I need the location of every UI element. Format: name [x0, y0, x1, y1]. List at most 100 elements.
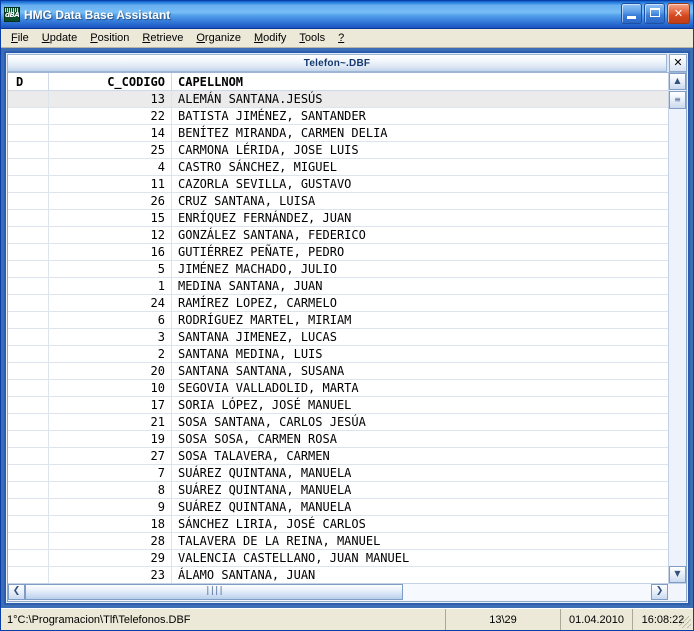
table-row[interactable]: 20SANTANA SANTANA, SUSANA [8, 363, 668, 380]
menu-item-position[interactable]: Position [84, 31, 136, 45]
cell-capellnom[interactable]: SOSA SANTANA, CARLOS JESÚA [172, 414, 669, 431]
cell-d[interactable] [8, 448, 49, 465]
table-row[interactable]: 13ALEMÁN SANTANA.JESÚS [8, 91, 668, 108]
cell-c-codigo[interactable]: 9 [49, 499, 172, 516]
cell-capellnom[interactable]: TALAVERA DE LA REINA, MANUEL [172, 533, 669, 550]
cell-d[interactable] [8, 363, 49, 380]
table-row[interactable]: 16GUTIÉRREZ PEÑATE, PEDRO [8, 244, 668, 261]
cell-d[interactable] [8, 414, 49, 431]
cell-capellnom[interactable]: CARMONA LÉRIDA, JOSE LUIS [172, 142, 669, 159]
vertical-scrollbar-thumb[interactable]: ≡ [669, 91, 686, 109]
cell-c-codigo[interactable]: 3 [49, 329, 172, 346]
cell-d[interactable] [8, 482, 49, 499]
cell-d[interactable] [8, 499, 49, 516]
cell-c-codigo[interactable]: 13 [49, 91, 172, 108]
cell-d[interactable] [8, 261, 49, 278]
cell-c-codigo[interactable]: 20 [49, 363, 172, 380]
table-row[interactable]: 3SANTANA JIMENEZ, LUCAS [8, 329, 668, 346]
mdi-title-strip[interactable]: Telefon~.DBF [7, 54, 667, 72]
cell-capellnom[interactable]: RAMÍREZ LOPEZ, CARMELO [172, 295, 669, 312]
cell-c-codigo[interactable]: 11 [49, 176, 172, 193]
table-row[interactable]: 11CAZORLA SEVILLA, GUSTAVO [8, 176, 668, 193]
scroll-up-icon[interactable]: ▲ [669, 73, 686, 90]
cell-c-codigo[interactable]: 25 [49, 142, 172, 159]
cell-d[interactable] [8, 125, 49, 142]
cell-c-codigo[interactable]: 27 [49, 448, 172, 465]
cell-d[interactable] [8, 516, 49, 533]
cell-capellnom[interactable]: SOSA SOSA, CARMEN ROSA [172, 431, 669, 448]
cell-c-codigo[interactable]: 5 [49, 261, 172, 278]
cell-d[interactable] [8, 329, 49, 346]
cell-capellnom[interactable]: ÁLAMO SANTANA, JUAN [172, 567, 669, 584]
table-row[interactable]: 27SOSA TALAVERA, CARMEN [8, 448, 668, 465]
cell-c-codigo[interactable]: 24 [49, 295, 172, 312]
cell-d[interactable] [8, 210, 49, 227]
cell-c-codigo[interactable]: 17 [49, 397, 172, 414]
table-row[interactable]: 29VALENCIA CASTELLANO, JUAN MANUEL [8, 550, 668, 567]
menu-item-modify[interactable]: Modify [248, 31, 293, 45]
cell-capellnom[interactable]: ENRÍQUEZ FERNÁNDEZ, JUAN [172, 210, 669, 227]
cell-capellnom[interactable]: SUÁREZ QUINTANA, MANUELA [172, 499, 669, 516]
table-row[interactable]: 14BENÍTEZ MIRANDA, CARMEN DELIA [8, 125, 668, 142]
cell-c-codigo[interactable]: 6 [49, 312, 172, 329]
minimize-button[interactable] [621, 3, 642, 24]
cell-d[interactable] [8, 244, 49, 261]
cell-d[interactable] [8, 550, 49, 567]
table-row[interactable]: 28TALAVERA DE LA REINA, MANUEL [8, 533, 668, 550]
scroll-right-icon[interactable]: ❯ [651, 584, 668, 600]
cell-capellnom[interactable]: VALENCIA CASTELLANO, JUAN MANUEL [172, 550, 669, 567]
cell-capellnom[interactable]: GONZÁLEZ SANTANA, FEDERICO [172, 227, 669, 244]
cell-capellnom[interactable]: SANTANA SANTANA, SUSANA [172, 363, 669, 380]
table-row[interactable]: 19SOSA SOSA, CARMEN ROSA [8, 431, 668, 448]
table-row[interactable]: 26CRUZ SANTANA, LUISA [8, 193, 668, 210]
table-row[interactable]: 25CARMONA LÉRIDA, JOSE LUIS [8, 142, 668, 159]
column-header-c-codigo[interactable]: C_CODIGO [49, 73, 172, 91]
cell-d[interactable] [8, 295, 49, 312]
cell-d[interactable] [8, 431, 49, 448]
table-row[interactable]: 17SORIA LÓPEZ, JOSÉ MANUEL [8, 397, 668, 414]
cell-capellnom[interactable]: SUÁREZ QUINTANA, MANUELA [172, 482, 669, 499]
cell-capellnom[interactable]: SOSA TALAVERA, CARMEN [172, 448, 669, 465]
cell-d[interactable] [8, 397, 49, 414]
table-row[interactable]: 9SUÁREZ QUINTANA, MANUELA [8, 499, 668, 516]
cell-d[interactable] [8, 142, 49, 159]
vertical-scrollbar[interactable]: ▲ ≡ ▼ [668, 73, 686, 583]
table-row[interactable]: 1MEDINA SANTANA, JUAN [8, 278, 668, 295]
cell-c-codigo[interactable]: 1 [49, 278, 172, 295]
table-row[interactable]: 2SANTANA MEDINA, LUIS [8, 346, 668, 363]
cell-capellnom[interactable]: SEGOVIA VALLADOLID, MARTA [172, 380, 669, 397]
table-row[interactable]: 18SÁNCHEZ LIRIA, JOSÉ CARLOS [8, 516, 668, 533]
cell-capellnom[interactable]: CRUZ SANTANA, LUISA [172, 193, 669, 210]
cell-c-codigo[interactable]: 29 [49, 550, 172, 567]
cell-c-codigo[interactable]: 12 [49, 227, 172, 244]
cell-d[interactable] [8, 159, 49, 176]
cell-capellnom[interactable]: CASTRO SÁNCHEZ, MIGUEL [172, 159, 669, 176]
cell-c-codigo[interactable]: 14 [49, 125, 172, 142]
cell-capellnom[interactable]: BATISTA JIMÉNEZ, SANTANDER [172, 108, 669, 125]
table-row[interactable]: 23ÁLAMO SANTANA, JUAN [8, 567, 668, 584]
column-header-capellnom[interactable]: CAPELLNOM [172, 73, 669, 91]
cell-c-codigo[interactable]: 8 [49, 482, 172, 499]
resize-grip-icon[interactable] [679, 616, 691, 628]
table-row[interactable]: 8SUÁREZ QUINTANA, MANUELA [8, 482, 668, 499]
menu-item-organize[interactable]: Organize [190, 31, 248, 45]
cell-capellnom[interactable]: SUÁREZ QUINTANA, MANUELA [172, 465, 669, 482]
table-row[interactable]: 22BATISTA JIMÉNEZ, SANTANDER [8, 108, 668, 125]
cell-d[interactable] [8, 312, 49, 329]
cell-capellnom[interactable]: MEDINA SANTANA, JUAN [172, 278, 669, 295]
horizontal-scrollbar[interactable]: ❮ |||| ❯ [8, 583, 686, 601]
cell-c-codigo[interactable]: 2 [49, 346, 172, 363]
cell-c-codigo[interactable]: 4 [49, 159, 172, 176]
cell-d[interactable] [8, 533, 49, 550]
cell-d[interactable] [8, 176, 49, 193]
cell-d[interactable] [8, 567, 49, 584]
cell-c-codigo[interactable]: 10 [49, 380, 172, 397]
table-row[interactable]: 5JIMÉNEZ MACHADO, JULIO [8, 261, 668, 278]
table-row[interactable]: 10SEGOVIA VALLADOLID, MARTA [8, 380, 668, 397]
table-row[interactable]: 4CASTRO SÁNCHEZ, MIGUEL [8, 159, 668, 176]
cell-c-codigo[interactable]: 21 [49, 414, 172, 431]
table-row[interactable]: 12GONZÁLEZ SANTANA, FEDERICO [8, 227, 668, 244]
close-button[interactable]: ✕ [667, 3, 690, 24]
column-header-d[interactable]: D [8, 73, 49, 91]
cell-capellnom[interactable]: SORIA LÓPEZ, JOSÉ MANUEL [172, 397, 669, 414]
